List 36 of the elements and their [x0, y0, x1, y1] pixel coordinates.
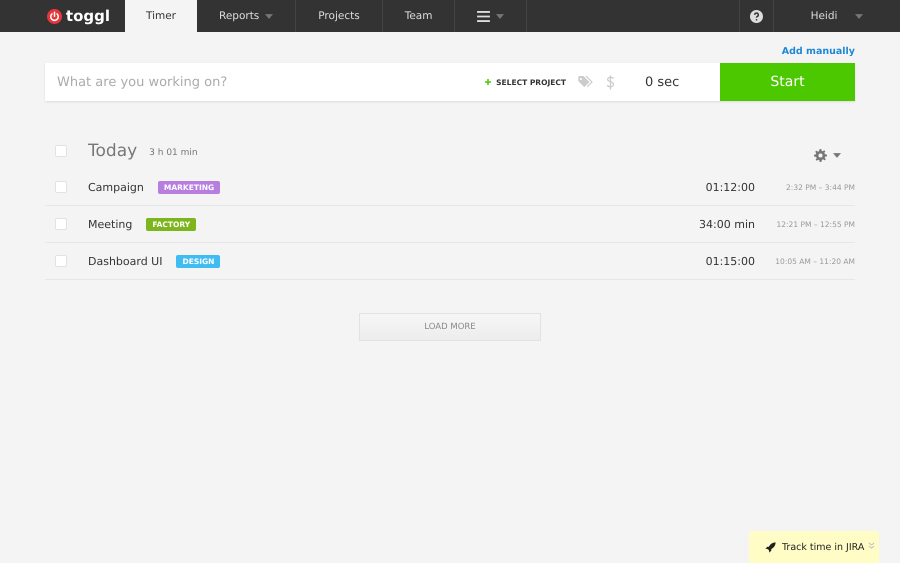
nav-tab[interactable]: Projects: [296, 0, 383, 32]
power-icon: [46, 8, 62, 24]
entry-duration: 01:12:00: [704, 180, 755, 194]
help-button[interactable]: [739, 0, 774, 32]
entry-duration: 34:00 min: [698, 218, 755, 230]
nav-tab[interactable]: Reports: [197, 0, 296, 32]
entry-description[interactable]: Campaign: [88, 180, 144, 194]
checkbox[interactable]: [55, 218, 67, 230]
nav-tab[interactable]: Timer: [125, 0, 197, 32]
logo-text: toggl: [66, 7, 110, 25]
nav-tab[interactable]: Team: [382, 0, 456, 32]
day-total: 3 h 01 min: [149, 148, 198, 158]
menu-icon: [477, 10, 490, 22]
caret-icon: [833, 152, 841, 158]
entry-description[interactable]: Dashboard UI: [88, 254, 162, 268]
caret-icon: [855, 14, 864, 18]
user-menu[interactable]: Heidi: [774, 0, 900, 32]
promo-text: Track time in JIRA: [782, 542, 864, 552]
settings-icon: [814, 148, 827, 162]
help-icon: [750, 10, 763, 22]
timer-duration: 0 sec: [645, 74, 680, 90]
entry-description[interactable]: Meeting: [88, 218, 132, 230]
day-title: Today: [88, 141, 138, 161]
settings-button[interactable]: [814, 148, 841, 162]
entry-duration: 01:15:00: [704, 254, 755, 268]
description-field[interactable]: What are you working on?: [45, 74, 486, 90]
checkbox[interactable]: [55, 255, 67, 267]
collapse-icon[interactable]: [868, 542, 875, 549]
caret-icon: [496, 14, 504, 18]
dollar-icon[interactable]: [606, 74, 615, 90]
tags-icon[interactable]: [578, 76, 594, 88]
rocket-icon: [765, 542, 776, 552]
plus-icon: [485, 79, 492, 85]
promo-popup[interactable]: Track time in JIRA: [749, 531, 879, 563]
checkbox[interactable]: [55, 145, 67, 157]
checkbox[interactable]: [55, 181, 67, 193]
